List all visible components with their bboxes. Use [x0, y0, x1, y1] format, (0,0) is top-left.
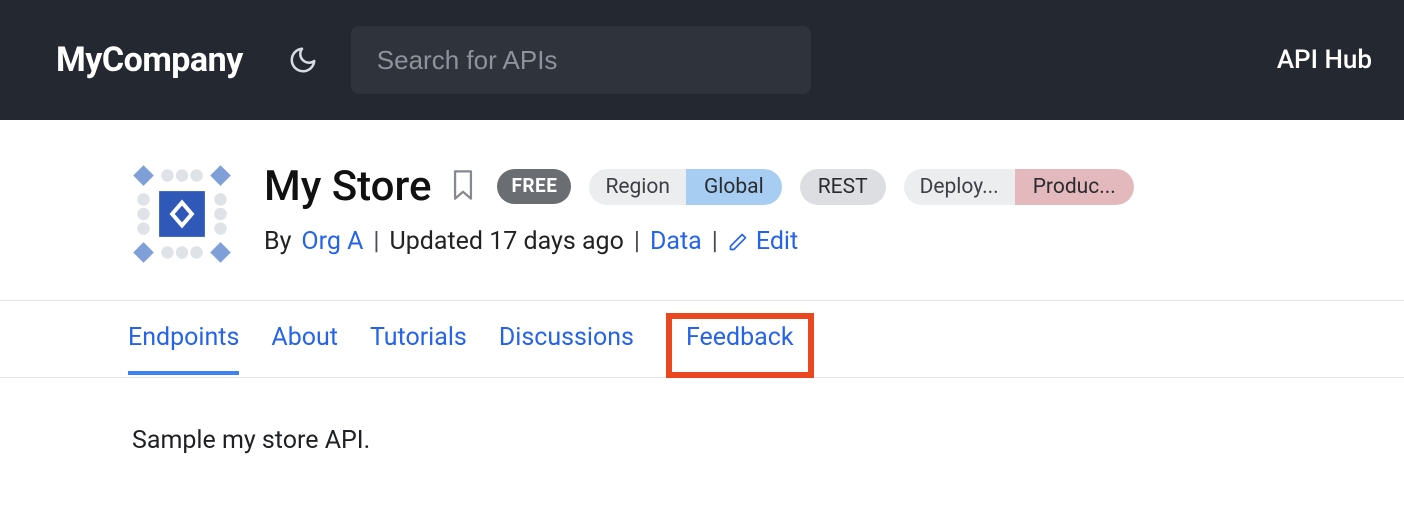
category-link[interactable]: Data: [650, 227, 702, 256]
deploy-label: Deploy...: [904, 169, 1015, 205]
org-link[interactable]: Org A: [301, 227, 363, 256]
rest-badge: REST: [800, 169, 886, 205]
region-pill[interactable]: Region Global: [589, 169, 781, 205]
tab-endpoints[interactable]: Endpoints: [128, 323, 239, 374]
tab-feedback[interactable]: Feedback: [686, 323, 794, 352]
brand-logo[interactable]: MyCompany: [56, 40, 243, 80]
meta-row: By Org A | Updated 17 days ago | Data | …: [264, 227, 1404, 256]
pencil-icon: [728, 232, 748, 252]
api-hub-link[interactable]: API Hub: [1277, 45, 1372, 75]
bookmark-button[interactable]: [449, 168, 479, 206]
deploy-value: Produc...: [1015, 169, 1134, 205]
api-description: Sample my store API.: [0, 378, 1404, 455]
theme-toggle-button[interactable]: [283, 40, 323, 80]
search-box[interactable]: [351, 26, 811, 94]
edit-label: Edit: [756, 227, 798, 256]
content-area: My Store FREE Region Global REST Deploy.…: [0, 120, 1404, 495]
by-prefix: By: [264, 227, 291, 256]
search-input[interactable]: [377, 45, 785, 76]
edit-button[interactable]: Edit: [728, 227, 798, 256]
tab-tutorials[interactable]: Tutorials: [370, 323, 467, 374]
meta-separator: |: [712, 227, 718, 256]
region-label: Region: [589, 169, 686, 205]
moon-icon: [288, 45, 318, 75]
meta-separator: |: [634, 227, 640, 256]
bookmark-icon: [449, 168, 477, 202]
region-value: Global: [686, 169, 782, 205]
deploy-pill[interactable]: Deploy... Produc...: [904, 169, 1134, 205]
tab-about[interactable]: About: [271, 323, 338, 374]
free-badge: FREE: [497, 169, 571, 204]
tab-discussions[interactable]: Discussions: [499, 323, 634, 374]
api-logo-icon: [130, 162, 234, 266]
api-title: My Store: [264, 162, 431, 211]
api-header: My Store FREE Region Global REST Deploy.…: [0, 120, 1404, 300]
meta-separator: |: [373, 227, 379, 256]
tabs-nav: Endpoints About Tutorials Discussions Fe…: [0, 301, 1404, 378]
top-bar: MyCompany API Hub: [0, 0, 1404, 120]
updated-text: Updated 17 days ago: [390, 227, 624, 256]
feedback-highlight: Feedback: [666, 313, 814, 378]
